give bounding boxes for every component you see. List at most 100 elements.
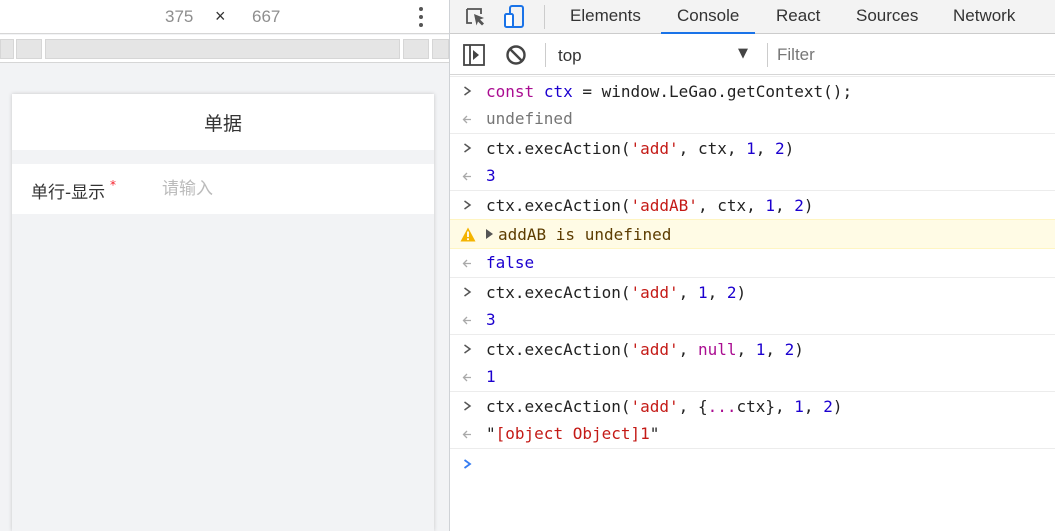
toolbar-divider <box>545 43 546 67</box>
expand-triangle-icon[interactable] <box>486 228 493 239</box>
code-token: , <box>803 397 824 416</box>
code-token: , <box>707 283 727 302</box>
code-token: 1 <box>746 139 756 158</box>
code-token: , <box>755 139 776 158</box>
tab-console[interactable]: Console <box>661 0 756 34</box>
devtools-panel: Elements Console React Sources Network t… <box>450 0 1055 531</box>
prompt-chevron-icon <box>464 401 472 411</box>
console-warning-line[interactable]: addAB is undefined <box>450 219 1055 249</box>
ruler-segment[interactable] <box>432 39 449 59</box>
code-token: = window.LeGao.getContext(); <box>572 82 853 101</box>
dimension-separator: × <box>215 6 226 26</box>
code-token: ctx.execAction( <box>486 283 631 302</box>
console-messages: const ctx = window.LeGao.getContext(); un… <box>450 76 1055 531</box>
console-result-line: undefined <box>450 105 1055 133</box>
result-arrow-icon <box>462 115 471 124</box>
code-token: ... <box>707 397 737 416</box>
execution-context-value: top <box>558 46 582 65</box>
console-sidebar-icon[interactable] <box>460 41 488 69</box>
code-token: " <box>486 424 496 443</box>
result-arrow-icon <box>462 172 471 181</box>
console-prompt-input[interactable] <box>450 448 1055 479</box>
code-token: 1 <box>794 397 804 416</box>
caret-down-icon: ▼ <box>738 46 748 61</box>
ruler-segment[interactable] <box>0 39 14 59</box>
prompt-chevron-icon <box>464 287 472 297</box>
code-token: 'add' <box>630 139 679 158</box>
prompt-chevron-icon <box>464 86 472 96</box>
code-token: 1 <box>486 367 496 386</box>
code-token: ) <box>832 397 843 416</box>
ruler-segment[interactable] <box>45 39 400 59</box>
ruler-segment[interactable] <box>403 39 429 59</box>
console-input-line: ctx.execAction('add', ctx, 1, 2) <box>450 133 1055 162</box>
result-arrow-icon <box>462 259 471 268</box>
code-token: , { <box>678 397 708 416</box>
inspect-icon[interactable] <box>462 3 490 31</box>
page-title: 单据 <box>12 94 434 150</box>
code-token: ctx.execAction( <box>486 340 631 359</box>
device-width-value[interactable]: 375 <box>165 7 193 27</box>
code-token: ctx <box>543 82 573 101</box>
code-token: ) <box>794 340 804 359</box>
code-token: ) <box>784 139 795 158</box>
code-token: 3 <box>486 310 496 329</box>
kebab-menu-icon[interactable] <box>411 4 431 30</box>
code-token: , <box>736 340 756 359</box>
code-token: ctx.execAction( <box>486 139 631 158</box>
devtools-tab-bar: Elements Console React Sources Network <box>450 0 1055 34</box>
code-token: ) <box>736 283 747 302</box>
code-token: 2 <box>823 397 833 416</box>
toolbar-divider <box>544 5 545 29</box>
device-toggle-icon[interactable] <box>501 3 529 31</box>
console-result-line: "[object Object]1" <box>450 420 1055 448</box>
clear-console-icon[interactable] <box>502 41 530 69</box>
code-token: 'add' <box>630 340 679 359</box>
console-filter-input[interactable] <box>777 41 1055 69</box>
prompt-chevron-icon <box>464 200 472 210</box>
console-input-line: ctx.execAction('add', 1, 2) <box>450 277 1055 306</box>
code-token: const <box>486 82 535 101</box>
code-token: 1 <box>755 340 766 359</box>
console-input-line: ctx.execAction('add', null, 1, 2) <box>450 334 1055 363</box>
tab-react[interactable]: React <box>776 0 820 34</box>
code-token: , <box>765 340 785 359</box>
code-token: , ctx, <box>678 139 747 158</box>
result-arrow-icon <box>462 430 471 439</box>
form-field-label: 单行-显示 <box>31 183 106 203</box>
code-token: [object Object]1 <box>495 424 650 443</box>
tab-network[interactable]: Network <box>953 0 1015 34</box>
prompt-chevron-icon <box>463 459 472 469</box>
code-token: false <box>486 253 535 272</box>
media-query-ruler[interactable] <box>0 35 449 63</box>
warning-icon <box>460 227 476 242</box>
code-token: 3 <box>486 166 496 185</box>
code-token: " <box>649 424 660 443</box>
code-token: null <box>697 340 737 359</box>
result-arrow-icon <box>462 373 471 382</box>
code-token: 'add' <box>630 283 679 302</box>
prompt-chevron-icon <box>464 344 472 354</box>
code-token: 2 <box>794 196 804 215</box>
tab-sources[interactable]: Sources <box>856 0 918 34</box>
device-height-value[interactable]: 667 <box>252 7 280 27</box>
code-token: 1 <box>765 196 776 215</box>
form-text-input[interactable] <box>162 175 412 203</box>
code-token: addAB is undefined <box>498 225 672 244</box>
tab-elements[interactable]: Elements <box>570 0 641 34</box>
console-input-line: const ctx = window.LeGao.getContext(); <box>450 76 1055 105</box>
toolbar-divider <box>767 43 768 67</box>
code-token: , ctx, <box>697 196 766 215</box>
execution-context-select[interactable]: top ▼ <box>550 40 758 70</box>
code-token: , <box>678 340 698 359</box>
ruler-segment[interactable] <box>16 39 42 59</box>
code-token: ) <box>803 196 814 215</box>
console-input-line: ctx.execAction('add', {...ctx}, 1, 2) <box>450 391 1055 420</box>
code-token: ctx.execAction( <box>486 196 631 215</box>
console-input-line: ctx.execAction('addAB', ctx, 1, 2) <box>450 190 1055 219</box>
console-toolbar: top ▼ <box>450 35 1055 75</box>
prompt-chevron-icon <box>464 143 472 153</box>
result-arrow-icon <box>462 316 471 325</box>
code-token: , <box>775 196 795 215</box>
